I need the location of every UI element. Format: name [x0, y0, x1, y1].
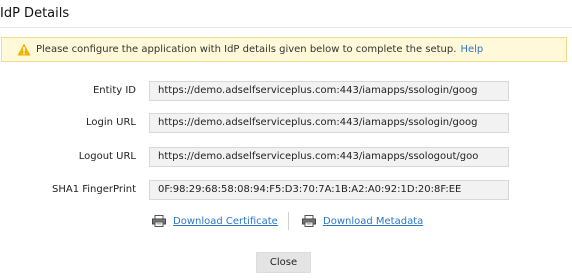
download-certificate-link[interactable]: Download Certificate — [173, 216, 278, 227]
logout-url-field[interactable]: https://demo.adselfserviceplus.com:443/i… — [149, 147, 509, 167]
login-url-field[interactable]: https://demo.adselfserviceplus.com:443/i… — [149, 113, 509, 133]
logout-url-label: Logout URL — [78, 151, 136, 162]
setup-notice: Please configure the application with Id… — [1, 37, 567, 62]
download-divider — [288, 212, 289, 230]
download-metadata[interactable]: Download Metadata — [302, 213, 423, 229]
sha1-fingerprint-label: SHA1 FingerPrint — [51, 184, 136, 195]
entity-id-row: Entity ID https://demo.adselfserviceplus… — [0, 81, 572, 101]
printer-icon — [302, 215, 316, 227]
title-divider — [0, 27, 572, 28]
close-button[interactable]: Close — [256, 252, 311, 273]
download-certificate[interactable]: Download Certificate — [152, 213, 278, 229]
notice-message: Please configure the application with Id… — [36, 44, 457, 55]
entity-id-label: Entity ID — [92, 85, 136, 96]
help-link[interactable]: Help — [460, 44, 483, 55]
dialog-title: IdP Details — [0, 6, 70, 21]
sha1-fingerprint-field[interactable]: 0F:98:29:68:58:08:94:F5:D3:70:7A:1B:A2:A… — [149, 180, 509, 200]
login-url-label: Login URL — [86, 117, 136, 128]
sha1-fingerprint-row: SHA1 FingerPrint 0F:98:29:68:58:08:94:F5… — [0, 180, 572, 200]
warning-icon — [17, 43, 31, 56]
download-metadata-link[interactable]: Download Metadata — [323, 216, 423, 227]
printer-icon — [152, 215, 166, 227]
logout-url-row: Logout URL https://demo.adselfserviceplu… — [0, 147, 572, 167]
login-url-row: Login URL https://demo.adselfserviceplus… — [0, 113, 572, 133]
entity-id-field[interactable]: https://demo.adselfserviceplus.com:443/i… — [149, 81, 509, 101]
